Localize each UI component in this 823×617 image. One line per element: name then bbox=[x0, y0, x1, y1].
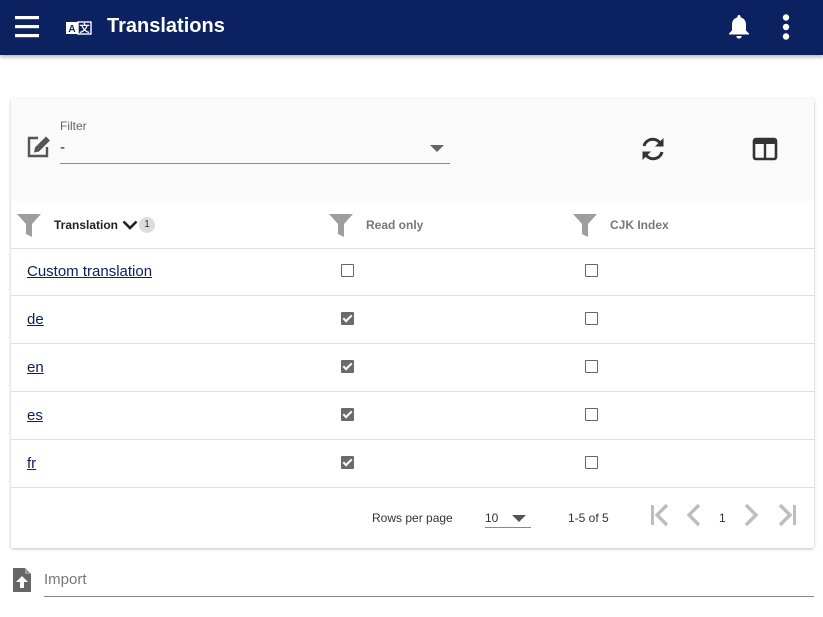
column-header-cjk-index[interactable]: CJK Index bbox=[572, 201, 669, 248]
table-row: en bbox=[11, 344, 814, 392]
translation-link[interactable]: de bbox=[27, 311, 44, 328]
translations-card: Filter - Translation 1 Read only CJK Ind… bbox=[11, 99, 814, 548]
filter-funnel-icon[interactable] bbox=[572, 212, 598, 238]
rows-per-page-value: 10 bbox=[485, 511, 499, 525]
table-row: Custom translation bbox=[11, 248, 814, 296]
filter-value: - bbox=[60, 139, 65, 156]
view-columns-icon[interactable] bbox=[752, 137, 778, 166]
translation-link[interactable]: es bbox=[27, 407, 43, 424]
cjk-index-checkbox[interactable] bbox=[585, 360, 598, 373]
pagination: Rows per page 10 1-5 of 5 1 bbox=[11, 491, 814, 548]
import-placeholder: Import bbox=[44, 571, 87, 588]
svg-text:A: A bbox=[68, 24, 75, 35]
pagination-range: 1-5 of 5 bbox=[568, 511, 609, 525]
column-label-cjk-index: CJK Index bbox=[610, 217, 669, 232]
edit-icon bbox=[26, 135, 52, 164]
table-row: fr bbox=[11, 440, 814, 488]
read-only-checkbox[interactable] bbox=[341, 312, 354, 325]
chevron-down-icon bbox=[430, 145, 444, 152]
column-header-read-only[interactable]: Read only bbox=[328, 201, 423, 248]
read-only-checkbox[interactable] bbox=[341, 408, 354, 421]
filter-funnel-icon[interactable] bbox=[328, 212, 354, 238]
refresh-icon[interactable] bbox=[640, 135, 666, 168]
read-only-checkbox[interactable] bbox=[341, 264, 354, 277]
filter-label: Filter bbox=[60, 119, 87, 133]
table-row: de bbox=[11, 296, 814, 344]
more-vert-icon[interactable] bbox=[780, 14, 792, 45]
import-input[interactable]: Import bbox=[44, 566, 814, 597]
translation-link[interactable]: en bbox=[27, 359, 44, 376]
menu-icon[interactable] bbox=[14, 14, 40, 40]
previous-page-icon[interactable] bbox=[686, 503, 702, 530]
file-upload-icon[interactable] bbox=[12, 567, 32, 598]
bell-icon[interactable] bbox=[727, 14, 751, 45]
sort-descending-icon[interactable] bbox=[122, 219, 138, 231]
column-header-translation[interactable]: Translation 1 bbox=[16, 201, 156, 248]
filter-funnel-icon[interactable] bbox=[16, 212, 42, 238]
last-page-icon[interactable] bbox=[778, 503, 798, 530]
column-label-translation: Translation bbox=[54, 217, 119, 232]
read-only-checkbox[interactable] bbox=[341, 456, 354, 469]
table-toolbar: Filter - bbox=[11, 99, 814, 201]
table-row: es bbox=[11, 392, 814, 440]
sort-order-badge: 1 bbox=[139, 216, 156, 233]
column-label-read-only: Read only bbox=[366, 217, 424, 232]
chevron-down-icon bbox=[512, 515, 526, 522]
cjk-index-checkbox[interactable] bbox=[585, 312, 598, 325]
translation-link[interactable]: fr bbox=[27, 455, 36, 472]
first-page-icon[interactable] bbox=[649, 503, 669, 530]
cjk-index-checkbox[interactable] bbox=[585, 408, 598, 421]
read-only-checkbox[interactable] bbox=[341, 360, 354, 373]
table-header: Translation 1 Read only CJK Index bbox=[11, 201, 814, 249]
current-page: 1 bbox=[719, 511, 726, 525]
cjk-index-checkbox[interactable] bbox=[585, 456, 598, 469]
app-bar: A文 Translations bbox=[0, 0, 823, 55]
next-page-icon[interactable] bbox=[743, 503, 759, 530]
translation-link[interactable]: Custom translation bbox=[27, 263, 152, 280]
rows-per-page-select[interactable]: 10 bbox=[485, 503, 531, 528]
page-title: Translations bbox=[107, 15, 225, 37]
cjk-index-checkbox[interactable] bbox=[585, 264, 598, 277]
filter-select[interactable]: - bbox=[60, 135, 450, 164]
rows-per-page-label: Rows per page bbox=[372, 511, 453, 525]
translate-icon: A文 bbox=[66, 21, 92, 40]
svg-text:文: 文 bbox=[80, 22, 91, 35]
